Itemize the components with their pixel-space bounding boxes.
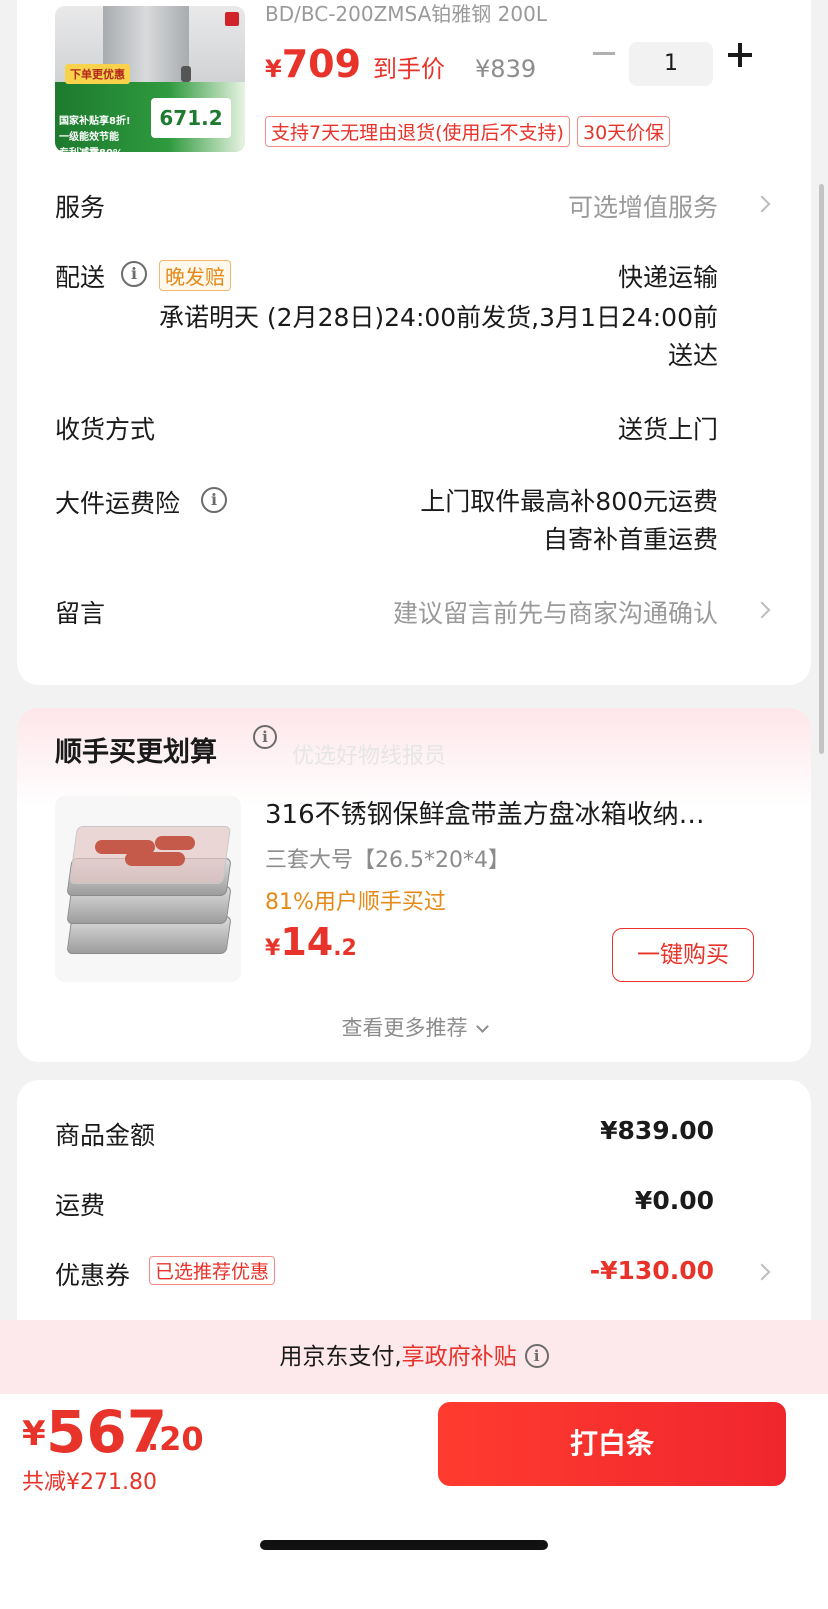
currency-symbol: ¥: [22, 1414, 46, 1454]
pay-with-baitiao-button[interactable]: 打白条: [438, 1402, 786, 1486]
quantity-plus-button[interactable]: [725, 40, 755, 70]
recommend-item-bought: 81%用户顺手买过: [265, 890, 446, 915]
quantity-minus-button[interactable]: [593, 52, 615, 55]
product-image-promo-line: 一级能效节能: [59, 132, 119, 143]
currency-symbol: ¥: [265, 936, 281, 961]
coupon-label: 优惠券: [55, 1261, 131, 1290]
recommend-item-price: ¥ 14 .2: [265, 920, 357, 964]
info-icon[interactable]: i: [121, 261, 147, 287]
chevron-right-icon[interactable]: [753, 195, 771, 213]
banner-highlight: 享政府补贴: [401, 1344, 517, 1370]
shipping-fee-label: 运费: [55, 1191, 106, 1220]
home-indicator: [260, 1540, 548, 1550]
coupon-recommend-badge: 已选推荐优惠: [149, 1256, 276, 1285]
total-discount[interactable]: 共减¥271.80: [22, 1464, 157, 1496]
more-recommend-label: 查看更多推荐: [341, 1016, 468, 1040]
fridge-handle: [181, 66, 191, 82]
coupon-value[interactable]: -¥130.00: [590, 1256, 714, 1285]
delivery-promise: 承诺明天 (2月28日)24:00前发货,3月1日24:00前: [158, 303, 718, 332]
brand-logo-icon: [225, 12, 239, 26]
recommend-item-spec: 三套大号【26.5*20*4】: [265, 848, 510, 873]
product-image-promo-line: 国家补贴享8折!: [59, 116, 131, 127]
product-sku: BD/BC-200ZMSA铂雅钢 200L: [265, 2, 547, 26]
food-shape: [125, 852, 185, 866]
delivery-promise-cont: 送达: [667, 341, 718, 370]
receive-method-value[interactable]: 送货上门: [618, 410, 718, 446]
payment-subsidy-banner[interactable]: 用京东支付,享政府补贴 i: [0, 1320, 828, 1394]
recommend-card: 顺手买更划算 i 优选好物线报员 316不锈钢保鲜盒带盖方盘冰箱收纳… 三套大号…: [17, 708, 811, 1062]
quantity-input[interactable]: 1: [629, 42, 713, 86]
message-label: 留言: [55, 599, 106, 628]
info-icon[interactable]: i: [524, 1343, 549, 1368]
service-label: 服务: [55, 193, 106, 222]
order-info-card: 下单更优惠 国家补贴享8折! 一级能效节能 专利减霜80% 671.2 BD/B…: [17, 0, 811, 685]
price-protect-tag: 30天价保: [577, 116, 671, 147]
product-image-price: 671.2: [151, 98, 231, 138]
service-value[interactable]: 可选增值服务: [568, 188, 718, 224]
chevron-right-icon[interactable]: [753, 1263, 771, 1281]
chevron-right-icon[interactable]: [753, 601, 771, 619]
info-icon[interactable]: i: [201, 487, 227, 513]
scrollbar[interactable]: [819, 184, 824, 754]
freight-insurance-line2: 自寄补首重运费: [542, 525, 718, 554]
recommend-item-image[interactable]: [55, 796, 241, 982]
currency-symbol: ¥: [265, 55, 282, 83]
product-image[interactable]: 下单更优惠 国家补贴享8折! 一级能效节能 专利减霜80% 671.2: [55, 6, 245, 152]
freight-insurance-label: 大件运费险: [55, 489, 181, 518]
freight-insurance-line1: 上门取件最高补800元运费: [420, 487, 718, 516]
price-tag-label: 到手价: [373, 55, 446, 83]
product-image-promo-line: 专利减霜80%: [59, 144, 123, 152]
message-input[interactable]: 建议留言前先与商家沟通确认: [393, 594, 718, 630]
banner-text: 用京东支付,: [279, 1344, 402, 1370]
goods-amount-label: 商品金额: [55, 1121, 156, 1150]
food-shape: [155, 836, 195, 850]
one-click-buy-button[interactable]: 一键购买: [612, 928, 754, 982]
late-compensation-badge: 晚发赔: [159, 260, 231, 291]
delivery-method: 快递运输: [617, 263, 718, 292]
info-icon[interactable]: i: [253, 725, 277, 749]
delivery-label: 配送: [55, 263, 106, 292]
shipping-fee-value: ¥0.00: [634, 1186, 714, 1215]
product-image-badge: 下单更优惠: [65, 64, 130, 84]
product-price-row: ¥ 709 到手价 ¥839: [265, 42, 536, 86]
recommend-title: 顺手买更划算: [55, 737, 217, 768]
goods-amount-value: ¥839.00: [600, 1116, 714, 1145]
recommend-price-dec: .2: [333, 936, 357, 961]
chevron-down-icon: [475, 1020, 489, 1033]
total-price-dec: .20: [147, 1420, 204, 1458]
original-price: ¥839: [475, 55, 537, 83]
recommend-item-name[interactable]: 316不锈钢保鲜盒带盖方盘冰箱收纳…: [265, 794, 765, 831]
more-recommend-link[interactable]: 查看更多推荐: [17, 1012, 811, 1042]
recommend-price-int: 14: [280, 920, 334, 964]
watermark-text: 优选好物线报员: [292, 744, 447, 769]
checkout-bar: ¥ 567 .20 共减¥271.80 打白条: [0, 1394, 828, 1609]
return-policy-tag: 支持7天无理由退货(使用后不支持): [265, 116, 570, 147]
receive-method-label: 收货方式: [55, 415, 156, 444]
product-price: 709: [281, 42, 362, 86]
